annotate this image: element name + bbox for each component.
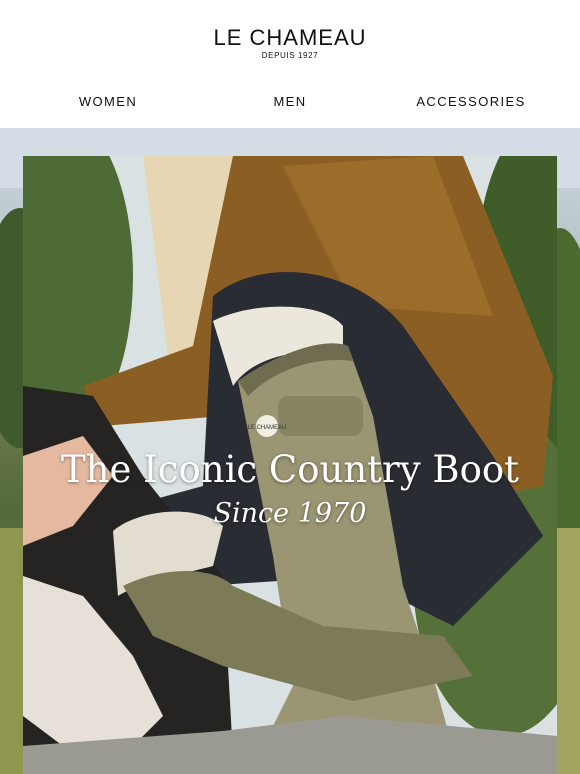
hero-title: The Iconic Country Boot [60,448,519,491]
hero-subtitle: Since 1970 [213,498,367,529]
nav-item-men[interactable]: MEN [273,94,306,109]
boot-badge-text: LE CHAMEAU [247,425,286,431]
email-header: LE CHAMEAU DEPUIS 1927 WOMEN MEN ACCESSO… [0,0,580,128]
brand-tagline: DEPUIS 1927 [261,51,319,60]
brand-logo[interactable]: LE CHAMEAU [0,25,580,51]
hero-banner[interactable]: LE CHAMEAU The Iconic Country Boot Since… [0,128,580,774]
nav-item-accessories[interactable]: ACCESSORIES [416,94,525,109]
main-nav: WOMEN MEN ACCESSORIES [0,94,580,112]
nav-item-women[interactable]: WOMEN [79,94,137,109]
